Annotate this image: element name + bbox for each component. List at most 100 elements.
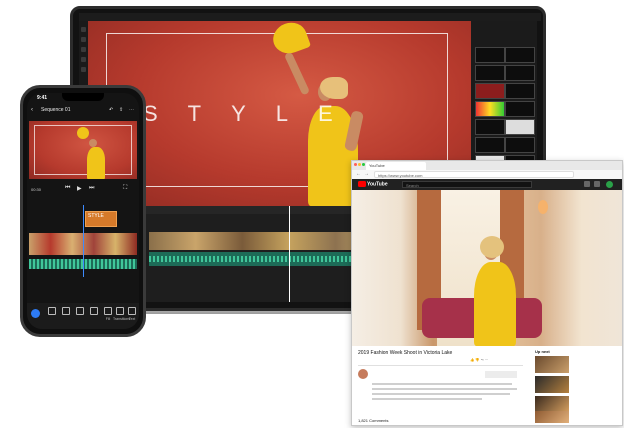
- url-field[interactable]: https://www.youtube.com: [374, 171, 574, 178]
- upload-icon[interactable]: [584, 181, 590, 187]
- tool-item[interactable]: [45, 307, 59, 317]
- share-icon[interactable]: ↪: [481, 358, 484, 362]
- description-text: [372, 393, 510, 395]
- tool-item[interactable]: [59, 307, 73, 317]
- video-title: 2019 Fashion Week Shoot in Victoria Lake: [358, 350, 453, 356]
- title-clip-label: STYLE: [88, 213, 104, 219]
- browser-tab[interactable]: YouTube: [366, 162, 426, 170]
- dislike-icon[interactable]: 👎: [475, 358, 479, 362]
- head-shape: [89, 139, 97, 147]
- phone-clock: 9:41: [37, 95, 48, 101]
- up-next-heading: Up next: [535, 349, 550, 354]
- tool-item[interactable]: [73, 307, 87, 317]
- phone-nav-bar: ‹ Sequence 01 ↶ ⇪ ⋯: [27, 105, 139, 117]
- youtube-header: YouTube Search: [352, 179, 622, 190]
- rec-thumbnail: [535, 411, 569, 423]
- title-clip[interactable]: STYLE: [85, 211, 117, 227]
- crop-icon: [76, 307, 84, 315]
- playhead[interactable]: [83, 205, 84, 277]
- preset-thumb[interactable]: [505, 65, 535, 81]
- audio-icon[interactable]: [81, 57, 86, 62]
- skip-forward-icon[interactable]: ⏭: [89, 185, 94, 192]
- tool-label: Fill: [105, 317, 111, 321]
- phone-playback-controls: 00:30 ⏮ ▶ ⏭ ⛶: [27, 185, 139, 197]
- recommendation-item[interactable]: [535, 411, 619, 423]
- address-bar: ← → https://www.youtube.com: [352, 170, 622, 179]
- add-media-button[interactable]: [31, 309, 40, 318]
- skip-back-icon[interactable]: ⏮: [65, 185, 70, 192]
- undo-icon[interactable]: ↶: [109, 107, 113, 113]
- rec-thumbnail: [535, 376, 569, 393]
- phone-screen: 9:41 ‹ Sequence 01 ↶ ⇪ ⋯ 00:30 ⏮ ▶ ⏭ ⛶ S…: [27, 93, 139, 329]
- channel-avatar[interactable]: [358, 369, 368, 379]
- recommendation-item[interactable]: [535, 356, 619, 373]
- yellow-dress-shape: [87, 147, 105, 179]
- titles-icon[interactable]: [81, 67, 86, 72]
- recommendation-item[interactable]: [535, 376, 619, 393]
- phone-preview[interactable]: [29, 121, 137, 179]
- tool-label: Text: [128, 317, 136, 321]
- apps-icon[interactable]: [594, 181, 600, 187]
- rec-thumbnail: [535, 356, 569, 373]
- video-player[interactable]: ▶ ⛶: [352, 190, 622, 346]
- preset-thumb[interactable]: [505, 119, 535, 135]
- home-icon[interactable]: [81, 27, 86, 32]
- preset-thumb[interactable]: [475, 101, 505, 117]
- style-overlay-text: STYLE: [143, 101, 363, 126]
- lamp-shape: [538, 200, 548, 214]
- timecode: 00:30: [31, 187, 42, 192]
- more-icon[interactable]: ⋯: [485, 358, 489, 362]
- preset-thumb[interactable]: [505, 47, 535, 63]
- logo-text: YouTube: [367, 181, 388, 188]
- phone-notch: [62, 93, 104, 101]
- description-text: [372, 388, 517, 390]
- preset-thumb[interactable]: [505, 83, 535, 99]
- preset-thumb[interactable]: [475, 47, 505, 63]
- preset-thumb[interactable]: [475, 83, 505, 99]
- fan-shape: [77, 127, 89, 139]
- text-icon: [128, 307, 136, 315]
- sequence-title: Sequence 01: [41, 107, 71, 113]
- preset-thumb[interactable]: [475, 137, 505, 153]
- layers-icon: [62, 307, 70, 315]
- editor-top-bar: [79, 13, 541, 21]
- close-window-icon[interactable]: [354, 163, 357, 166]
- tool-item[interactable]: [87, 307, 101, 317]
- preset-thumb[interactable]: [505, 137, 535, 153]
- forward-arrow-icon[interactable]: →: [364, 171, 369, 177]
- playhead[interactable]: [289, 206, 290, 302]
- description-text: [372, 383, 512, 385]
- preset-thumb[interactable]: [475, 119, 505, 135]
- scissors-icon: [48, 307, 56, 315]
- play-logo-icon: [358, 181, 366, 187]
- fullscreen-icon[interactable]: ⛶: [123, 185, 127, 192]
- color-icon[interactable]: [81, 47, 86, 52]
- back-arrow-icon[interactable]: ←: [356, 171, 361, 177]
- search-input[interactable]: Search: [402, 181, 532, 188]
- like-icon[interactable]: 👍: [470, 358, 474, 362]
- share-icon[interactable]: ⇪: [119, 107, 123, 113]
- avatar[interactable]: [606, 181, 613, 188]
- more-icon[interactable]: ⋯: [129, 107, 134, 113]
- color-icon: [90, 307, 98, 315]
- yellow-dress-shape: [474, 262, 516, 346]
- back-icon[interactable]: ‹: [31, 107, 33, 113]
- preset-thumb[interactable]: [475, 65, 505, 81]
- play-icon[interactable]: ▶: [77, 185, 82, 192]
- comments-count: 1,821 Comments: [358, 418, 389, 423]
- phone-tool-bar: Fill Transitions Text: [27, 303, 139, 329]
- minimize-window-icon[interactable]: [358, 163, 361, 166]
- hair-shape: [320, 77, 348, 99]
- subscribe-button[interactable]: [485, 371, 517, 378]
- description-text: [372, 398, 482, 400]
- tool-item[interactable]: Text: [125, 307, 139, 321]
- edit-icon[interactable]: [81, 37, 86, 42]
- youtube-logo[interactable]: YouTube: [358, 181, 388, 187]
- maximize-window-icon[interactable]: [362, 163, 365, 166]
- transitions-icon: [116, 307, 124, 315]
- fill-icon: [104, 307, 112, 315]
- browser-window: YouTube ← → https://www.youtube.com YouT…: [351, 160, 623, 426]
- phone-device: 9:41 ‹ Sequence 01 ↶ ⇪ ⋯ 00:30 ⏮ ▶ ⏭ ⛶ S…: [20, 85, 146, 337]
- preset-thumb[interactable]: [505, 101, 535, 117]
- browser-tab-bar: YouTube: [352, 161, 622, 170]
